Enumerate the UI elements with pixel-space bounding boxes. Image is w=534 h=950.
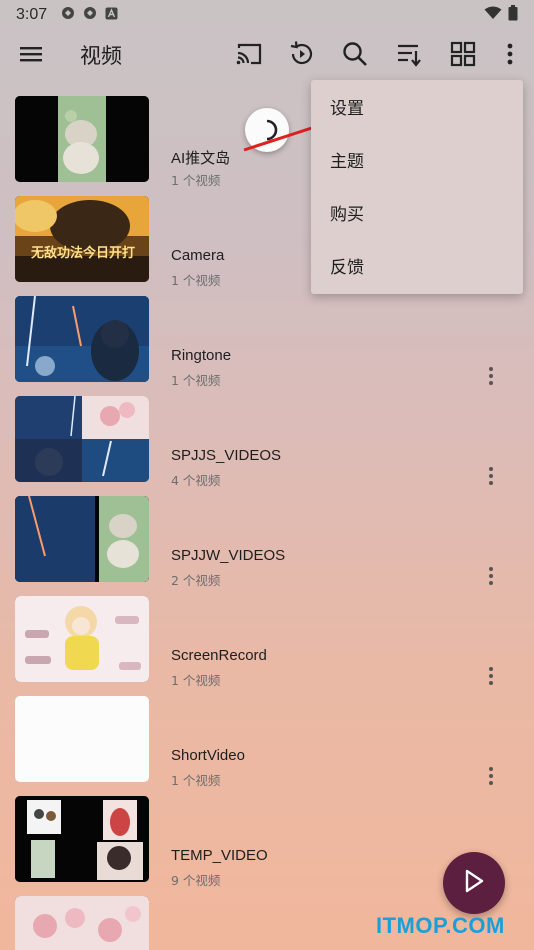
folder-count: 2 个视频 — [171, 573, 221, 588]
toolbar: 视频 — [0, 30, 534, 78]
play-button[interactable] — [443, 852, 505, 914]
search-icon[interactable] — [338, 38, 372, 70]
shield-icon — [61, 6, 75, 24]
folder-more-icon[interactable] — [481, 764, 501, 788]
status-time: 3:07 — [16, 6, 48, 23]
folder-count: 1 个视频 — [171, 373, 221, 388]
folder-thumbnail: 无敌功法今日开打 — [15, 196, 149, 282]
folder-name: SPJJW_VIDEOS — [171, 547, 286, 564]
folder-count: 1 个视频 — [171, 173, 221, 188]
play-icon — [463, 869, 485, 897]
page-title: 视频 — [80, 44, 122, 68]
list-item[interactable]: ShortVideo 1 个视频 — [0, 692, 534, 792]
watermark: ITMOP.COM — [376, 913, 505, 938]
folder-more-icon[interactable] — [481, 564, 501, 588]
list-item[interactable]: Ringtone 1 个视频 — [0, 292, 534, 392]
folder-count: 1 个视频 — [171, 773, 221, 788]
list-item[interactable]: ScreenRecord 1 个视频 — [0, 592, 534, 692]
grid-view-icon[interactable] — [446, 38, 480, 70]
list-item[interactable]: SPJJW_VIDEOS 2 个视频 — [0, 492, 534, 592]
menu-item-feedback[interactable]: 反馈 — [311, 239, 523, 292]
folder-more-icon[interactable] — [481, 664, 501, 688]
folder-name: Ringtone — [171, 347, 232, 364]
folder-count: 9 个视频 — [171, 873, 221, 888]
folder-name: ShortVideo — [171, 747, 245, 764]
folder-name: AI推文岛 — [171, 150, 231, 167]
shield-icon — [83, 6, 97, 24]
history-icon[interactable] — [285, 38, 319, 70]
folder-more-icon[interactable] — [481, 364, 501, 388]
folder-thumbnail — [15, 696, 149, 782]
sort-icon[interactable] — [392, 38, 426, 70]
folder-count: 1 个视频 — [171, 273, 221, 288]
folder-more-icon[interactable] — [481, 464, 501, 488]
overflow-dropdown-menu: 设置 主题 购买 反馈 — [311, 80, 523, 294]
overflow-menu-icon[interactable] — [493, 38, 527, 70]
menu-icon[interactable] — [14, 38, 48, 70]
folder-thumbnail — [15, 396, 149, 482]
a-badge-icon — [105, 6, 118, 24]
folder-name: ScreenRecord — [171, 647, 267, 664]
folder-name: TEMP_VIDEO — [171, 847, 268, 864]
folder-name: Camera — [171, 247, 225, 264]
wifi-icon — [484, 6, 502, 24]
folder-name: SPJJS_VIDEOS — [171, 447, 282, 464]
list-item[interactable]: SPJJS_VIDEOS 4 个视频 — [0, 392, 534, 492]
menu-item-settings[interactable]: 设置 — [311, 80, 523, 133]
thumbnail-banner-text: 无敌功法今日开打 — [31, 246, 136, 261]
folder-thumbnail — [15, 796, 149, 882]
cast-icon[interactable] — [232, 38, 266, 70]
folder-count: 1 个视频 — [171, 673, 221, 688]
menu-item-theme[interactable]: 主题 — [311, 133, 523, 186]
folder-thumbnail — [15, 96, 149, 182]
folder-thumbnail — [15, 596, 149, 682]
menu-item-purchase[interactable]: 购买 — [311, 186, 523, 239]
battery-icon — [508, 5, 518, 25]
loading-spinner — [245, 108, 289, 152]
folder-thumbnail — [15, 296, 149, 382]
folder-thumbnail — [15, 896, 149, 950]
folder-count: 4 个视频 — [171, 473, 221, 488]
folder-thumbnail — [15, 496, 149, 582]
status-bar: 3:07 — [0, 0, 534, 30]
